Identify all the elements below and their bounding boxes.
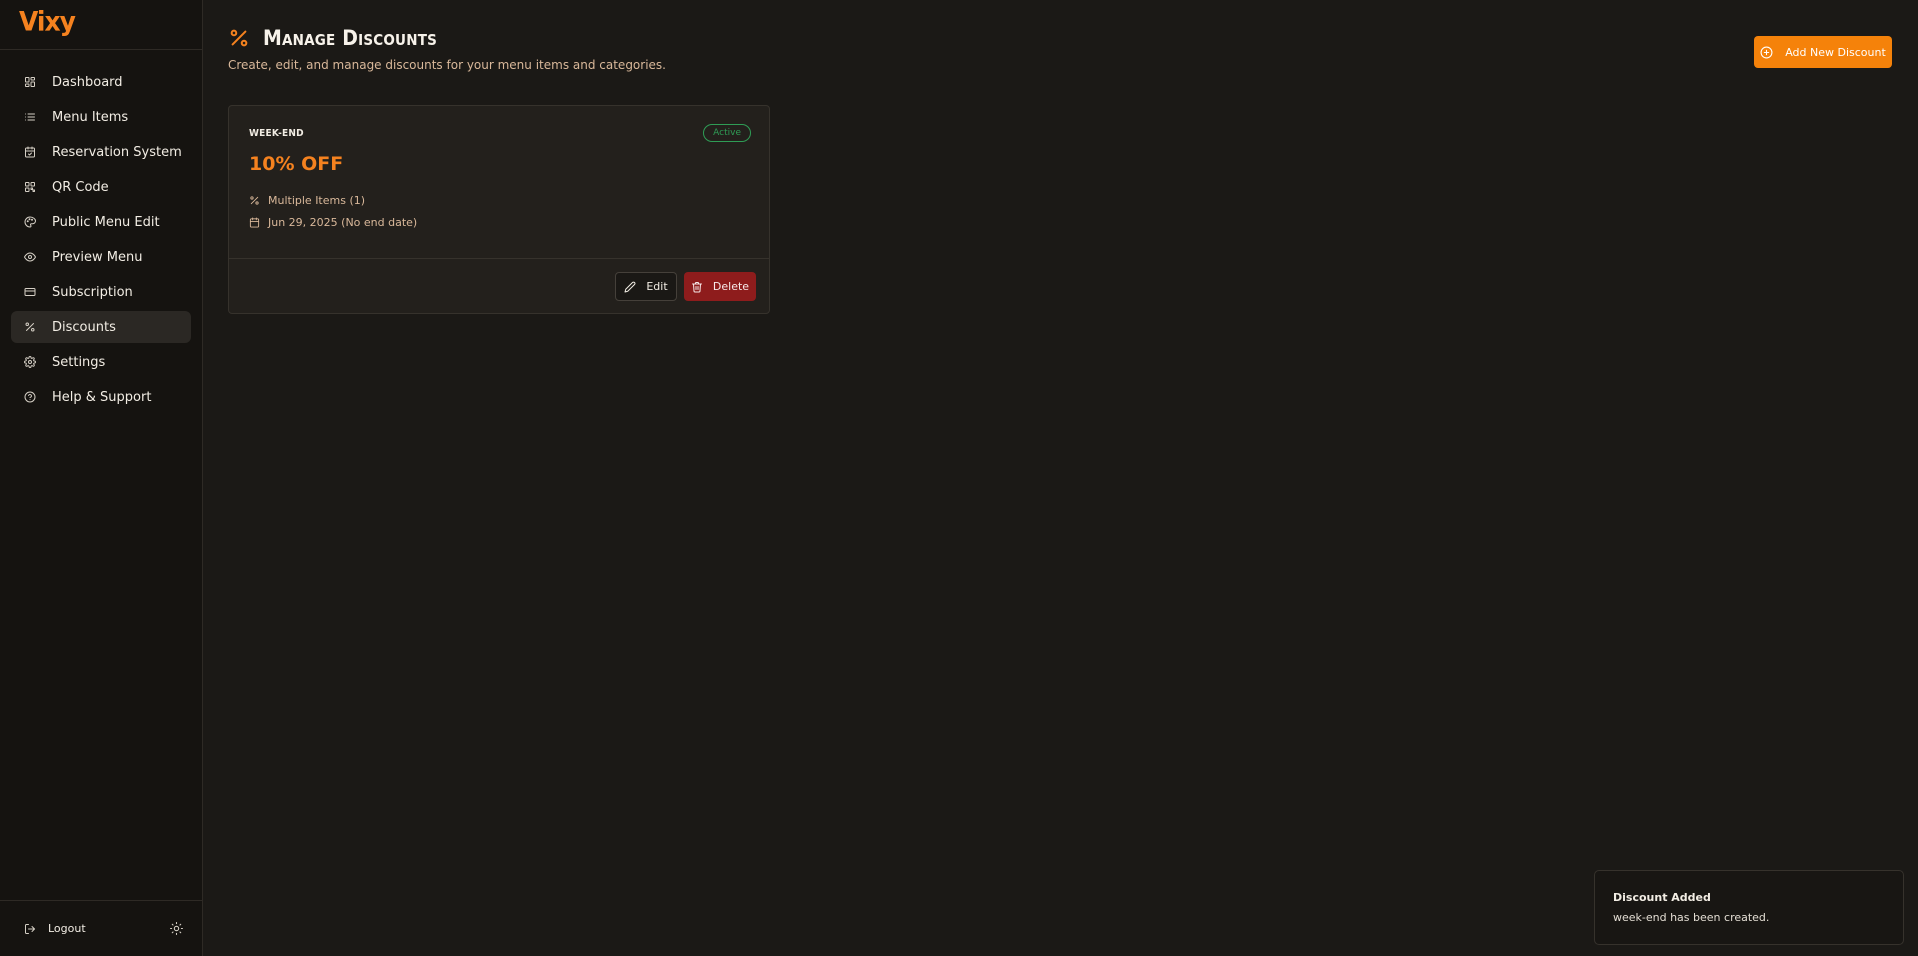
discount-card-body: WEEK-END Active 10% OFF Multiple Items (… [229,106,769,259]
discount-dates: Jun 29, 2025 (No end date) [268,215,418,229]
logo-container: Vixy [0,0,202,50]
sidebar-item-subscription[interactable]: Subscription [11,276,191,308]
sidebar-item-label: Discounts [52,319,116,335]
calendar-check-icon [24,146,36,158]
page-header: Manage Discounts Create, edit, and manag… [228,26,666,72]
discount-card: WEEK-END Active 10% OFF Multiple Items (… [228,105,770,314]
toast-title: Discount Added [1613,891,1711,904]
sidebar-item-label: Help & Support [52,389,152,405]
sidebar-item-label: Menu Items [52,109,129,125]
palette-icon [24,216,36,228]
sidebar-item-qr-code[interactable]: QR Code [11,171,191,203]
logout-label: Logout [48,922,86,935]
pencil-icon [624,281,636,292]
toast-description: week-end has been created. [1613,911,1770,924]
sidebar-item-label: Public Menu Edit [52,214,160,230]
qr-code-icon [24,181,36,193]
discount-value: 10% OFF [249,153,344,175]
add-new-discount-label: Add New Discount [1785,45,1886,59]
delete-label: Delete [712,280,750,293]
sidebar-footer: Logout [0,900,203,956]
page-title: Manage Discounts [263,26,438,50]
discount-dates-row: Jun 29, 2025 (No end date) [249,215,749,229]
discount-scope-row: Multiple Items (1) [249,193,749,207]
discount-scope: Multiple Items (1) [268,193,366,207]
sidebar-item-reservation-system[interactable]: Reservation System [11,136,191,168]
sidebar-item-label: QR Code [52,179,109,195]
page-subtitle: Create, edit, and manage discounts for y… [228,58,666,72]
theme-toggle-button[interactable] [170,922,183,935]
sidebar-item-label: Settings [52,354,106,370]
percent-icon [230,29,248,47]
sidebar-item-label: Reservation System [52,144,182,160]
trash-icon [691,281,702,292]
discount-card-actions: Edit Delete [229,259,769,314]
app-logo[interactable]: Vixy [19,8,76,35]
sun-icon [170,922,183,935]
sidebar-item-dashboard[interactable]: Dashboard [11,66,191,98]
sidebar-nav: Dashboard Menu Items Reservation System … [0,50,202,413]
discount-meta: Multiple Items (1) Jun 29, 2025 (No end … [249,193,749,229]
logout-icon [25,923,35,934]
delete-button[interactable]: Delete [684,272,756,301]
plus-circle-icon [1760,46,1773,58]
sidebar-item-label: Dashboard [52,74,123,90]
discount-name: WEEK-END [249,128,304,139]
main-content: Manage Discounts Create, edit, and manag… [228,0,1918,956]
eye-icon [24,251,36,263]
sidebar-item-discounts[interactable]: Discounts [11,311,191,343]
title-row: Manage Discounts [228,26,666,50]
sidebar-item-label: Preview Menu [52,249,143,265]
help-circle-icon [24,391,36,403]
edit-label: Edit [646,280,668,293]
logout-button[interactable]: Logout [24,922,86,935]
calendar-icon [249,216,260,228]
credit-card-icon [24,286,36,298]
status-badge: Active [703,124,751,142]
list-icon [24,111,36,123]
edit-button[interactable]: Edit [615,272,677,301]
sidebar-item-label: Subscription [52,284,133,300]
sidebar-item-settings[interactable]: Settings [11,346,191,378]
percent-icon [24,321,36,333]
sidebar-item-menu-items[interactable]: Menu Items [11,101,191,133]
toast-notification[interactable]: Discount Added week-end has been created… [1594,870,1904,945]
sidebar: Vixy Dashboard Menu Items Reservation Sy… [0,0,203,956]
sidebar-item-preview-menu[interactable]: Preview Menu [11,241,191,273]
percent-icon [250,195,259,205]
grid-icon [24,76,36,88]
sidebar-item-help-support[interactable]: Help & Support [11,381,191,413]
sidebar-item-public-menu-edit[interactable]: Public Menu Edit [11,206,191,238]
add-new-discount-button[interactable]: Add New Discount [1754,36,1892,68]
gear-icon [24,356,36,368]
